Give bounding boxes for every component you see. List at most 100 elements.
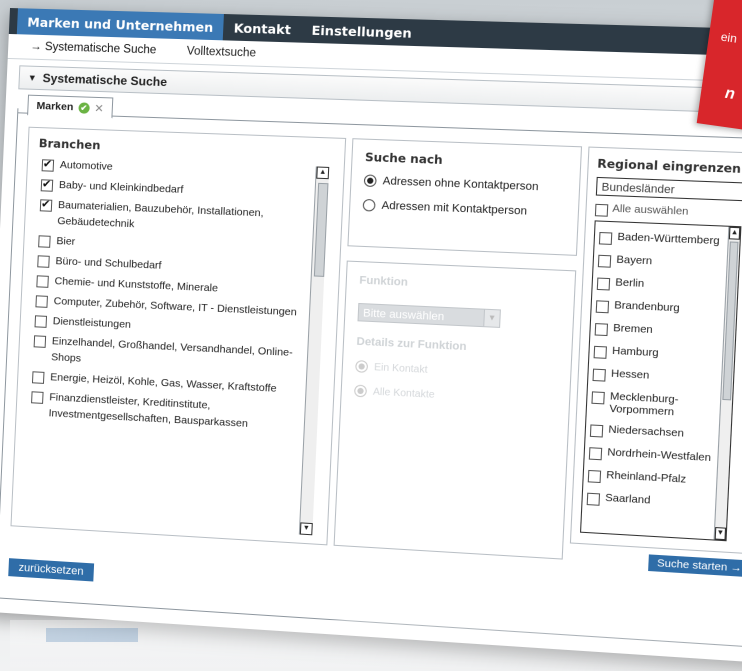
radio-button[interactable] xyxy=(363,174,377,188)
close-tab-icon[interactable]: ✕ xyxy=(94,101,104,114)
details-funktion-title: Details zur Funktion xyxy=(356,335,467,354)
state-label: Mecklenburg-Vorpommern xyxy=(609,390,679,419)
list-item[interactable]: Nordrhein-Westfalen xyxy=(585,445,717,467)
scroll-up-arrow-icon[interactable]: ▲ xyxy=(316,166,330,180)
promo-ribbon[interactable]: ein n xyxy=(696,0,742,136)
checkbox[interactable] xyxy=(597,254,612,268)
promo-text-line1: ein xyxy=(719,29,738,46)
checkbox[interactable] xyxy=(586,492,601,506)
list-item-label: Baby- und Kleinkindbedarf xyxy=(58,178,184,196)
radio-button[interactable] xyxy=(362,198,376,212)
checkbox[interactable] xyxy=(34,315,48,328)
states-list: Baden-Württemberg Bayern Berlin Brandenb… xyxy=(580,220,742,542)
checkbox[interactable] xyxy=(33,335,47,348)
subnav-systematische-suche[interactable]: → Systematische Suche xyxy=(30,41,157,57)
tab-marken[interactable]: Marken ✔ ✕ xyxy=(27,94,114,119)
list-item[interactable]: Baumaterialien, Bauzubehör, Installation… xyxy=(39,196,307,239)
checkbox[interactable] xyxy=(39,199,53,212)
list-item[interactable]: Bayern xyxy=(594,253,726,273)
scroll-down-arrow-icon[interactable]: ▼ xyxy=(714,527,727,541)
list-item[interactable]: Baden-Württemberg xyxy=(595,230,727,250)
state-label: Bremen xyxy=(612,321,654,337)
checkbox[interactable] xyxy=(594,323,609,337)
radio-option[interactable]: Adressen ohne Kontaktperson xyxy=(363,174,539,193)
checkmark-icon: ✔ xyxy=(78,101,90,114)
checkbox[interactable] xyxy=(588,447,603,461)
radio-label: Alle Kontakte xyxy=(372,385,435,401)
select-all-option[interactable]: Alle auswählen xyxy=(594,202,689,220)
checkbox[interactable] xyxy=(591,391,605,405)
list-item[interactable]: Rheinland-Pfalz xyxy=(583,468,715,490)
radio-option[interactable]: Ein Kontakt xyxy=(355,360,428,376)
checkbox[interactable] xyxy=(37,255,50,268)
checkbox[interactable] xyxy=(592,368,606,382)
branchen-panel: Branchen Automotive Baby- und Kleinkindb… xyxy=(10,126,347,546)
app-window: Marken und Unternehmen Kontakt Einstellu… xyxy=(0,8,742,664)
state-label: Saarland xyxy=(604,491,651,507)
list-item-label: Dienstleistungen xyxy=(52,315,132,331)
scroll-down-arrow-icon[interactable]: ▼ xyxy=(299,522,313,536)
radio-label: Adressen mit Kontaktperson xyxy=(381,199,528,218)
list-item[interactable]: Niedersachsen xyxy=(586,422,718,443)
collapse-triangle-icon: ▼ xyxy=(27,72,37,83)
state-label: Nordrhein-Westfalen xyxy=(607,446,712,465)
state-label: Berlin xyxy=(615,276,645,290)
checkbox[interactable] xyxy=(36,275,49,288)
checkbox[interactable] xyxy=(595,300,610,314)
list-item-label: Automotive xyxy=(59,158,113,173)
list-item-label: Chemie- und Kunststoffe, Minerale xyxy=(54,275,219,295)
floor-reflection xyxy=(10,620,742,671)
radio-label: Ein Kontakt xyxy=(373,361,428,376)
funktion-select-value: Bitte auswählen xyxy=(362,307,445,324)
scroll-up-arrow-icon[interactable]: ▲ xyxy=(728,226,741,240)
radio-option[interactable]: Alle Kontakte xyxy=(353,384,435,401)
tab-marken-label: Marken xyxy=(36,99,74,114)
list-item[interactable]: Brandenburg xyxy=(591,298,723,318)
checkbox[interactable] xyxy=(596,277,611,291)
state-label: Hessen xyxy=(610,367,650,382)
screenshot-stage: Marken und Unternehmen Kontakt Einstellu… xyxy=(0,0,742,671)
reflected-reset-button xyxy=(46,628,138,642)
branchen-list: Automotive Baby- und Kleinkindbedarf Bau… xyxy=(26,156,309,532)
list-item[interactable]: Saarland xyxy=(582,490,714,512)
state-label: Hamburg xyxy=(611,344,659,360)
branchen-title: Branchen xyxy=(38,136,101,153)
radio-button[interactable] xyxy=(355,360,369,373)
checkbox[interactable] xyxy=(40,179,54,192)
regional-title: Regional eingrenzen xyxy=(596,156,742,176)
suche-nach-panel: Suche nach Adressen ohne Kontaktperson A… xyxy=(347,138,583,256)
radio-button[interactable] xyxy=(353,384,368,398)
checkbox[interactable] xyxy=(35,295,48,308)
subnav-volltextsuche[interactable]: Volltextsuche xyxy=(186,45,256,59)
region-type-select[interactable]: Bundesländer ▼ xyxy=(595,176,742,203)
state-label: Brandenburg xyxy=(613,299,680,315)
list-item[interactable]: Bremen xyxy=(590,321,722,342)
regional-panel: Regional eingrenzen Bundesländer ▼ Alle … xyxy=(569,146,742,556)
list-item[interactable]: Hessen xyxy=(588,366,720,387)
state-label: Bayern xyxy=(616,253,653,268)
checkbox[interactable] xyxy=(31,391,44,404)
checkbox[interactable] xyxy=(593,345,607,359)
radio-option[interactable]: Adressen mit Kontaktperson xyxy=(362,198,528,218)
checkbox[interactable] xyxy=(587,469,602,484)
nav-tab-kontakt[interactable]: Kontakt xyxy=(223,14,302,43)
checkbox[interactable] xyxy=(41,159,55,172)
checkbox[interactable] xyxy=(589,424,604,438)
nav-tab-einstellungen[interactable]: Einstellungen xyxy=(301,16,423,46)
region-select-value: Bundesländer xyxy=(601,181,675,197)
list-item[interactable]: Mecklenburg-Vorpommern xyxy=(587,389,720,421)
checkbox[interactable] xyxy=(31,371,45,384)
list-item-label: Bier xyxy=(56,235,76,248)
section-title: Systematische Suche xyxy=(42,71,168,90)
list-item-label: Baumaterialien, Bauzubehör, Installation… xyxy=(57,199,264,231)
checkbox[interactable] xyxy=(38,235,51,248)
select-all-label: Alle auswählen xyxy=(612,202,689,218)
list-item[interactable]: Hamburg xyxy=(589,344,721,365)
checkbox[interactable] xyxy=(598,231,613,245)
funktion-select[interactable]: Bitte auswählen ▼ xyxy=(357,302,501,328)
checkbox[interactable] xyxy=(594,203,609,217)
funktion-panel: Funktion Bitte auswählen ▼ Details zur F… xyxy=(333,260,577,560)
list-item[interactable]: Berlin xyxy=(592,275,724,295)
scroll-thumb[interactable] xyxy=(313,182,329,277)
state-label: Rheinland-Pfalz xyxy=(606,468,687,486)
